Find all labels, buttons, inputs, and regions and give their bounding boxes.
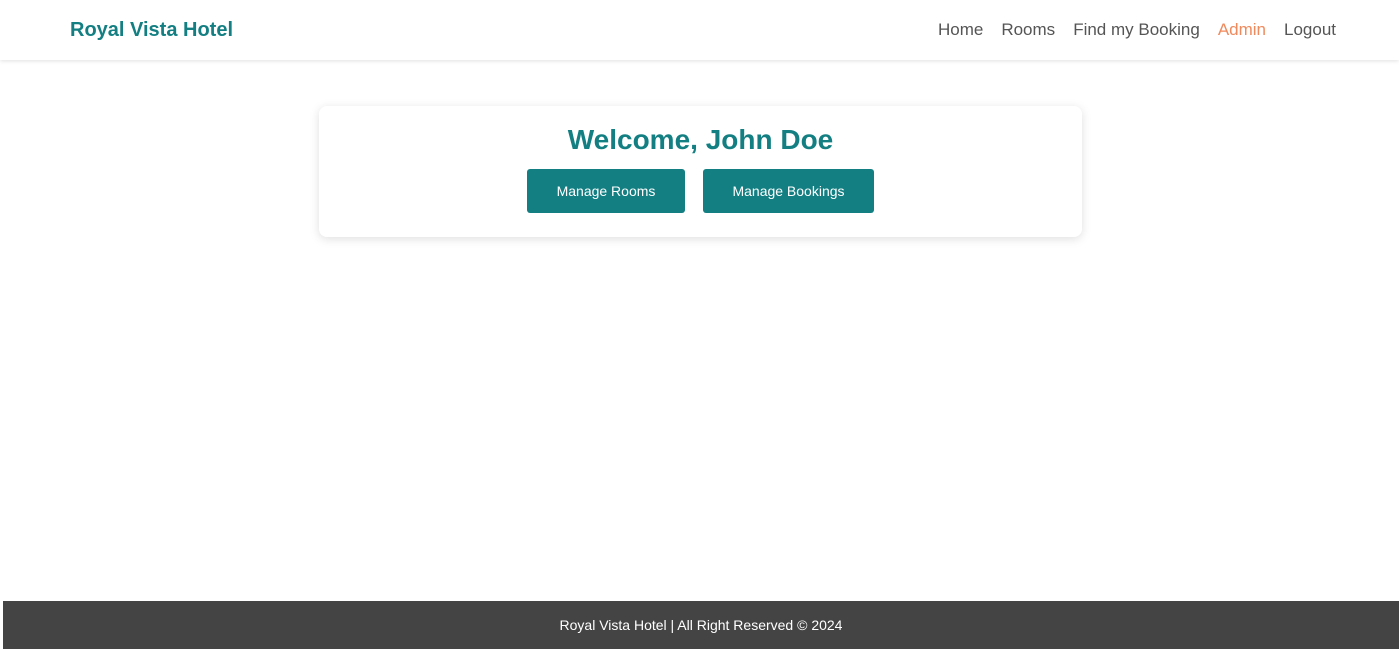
admin-actions: Manage Rooms Manage Bookings: [527, 169, 874, 213]
nav-rooms-link[interactable]: Rooms: [1001, 20, 1055, 40]
brand-logo-link[interactable]: Royal Vista Hotel: [70, 19, 233, 42]
welcome-heading: Welcome, John Doe: [567, 124, 834, 155]
page-footer: Royal Vista Hotel | All Right Reserved ©…: [3, 601, 1399, 649]
manage-rooms-button[interactable]: Manage Rooms: [527, 169, 685, 213]
admin-welcome-card: Welcome, John Doe Manage Rooms Manage Bo…: [319, 106, 1082, 237]
top-navbar: Royal Vista Hotel Home Rooms Find my Boo…: [0, 0, 1399, 60]
nav-links: Home Rooms Find my Booking Admin Logout: [938, 20, 1336, 40]
nav-admin-link[interactable]: Admin: [1218, 20, 1266, 40]
nav-logout-link[interactable]: Logout: [1284, 20, 1336, 40]
page: Royal Vista Hotel Home Rooms Find my Boo…: [0, 0, 1399, 649]
manage-bookings-button[interactable]: Manage Bookings: [703, 169, 874, 213]
footer-copyright: Royal Vista Hotel | All Right Reserved ©…: [559, 617, 843, 633]
nav-find-booking-link[interactable]: Find my Booking: [1073, 20, 1200, 40]
nav-home-link[interactable]: Home: [938, 20, 983, 40]
